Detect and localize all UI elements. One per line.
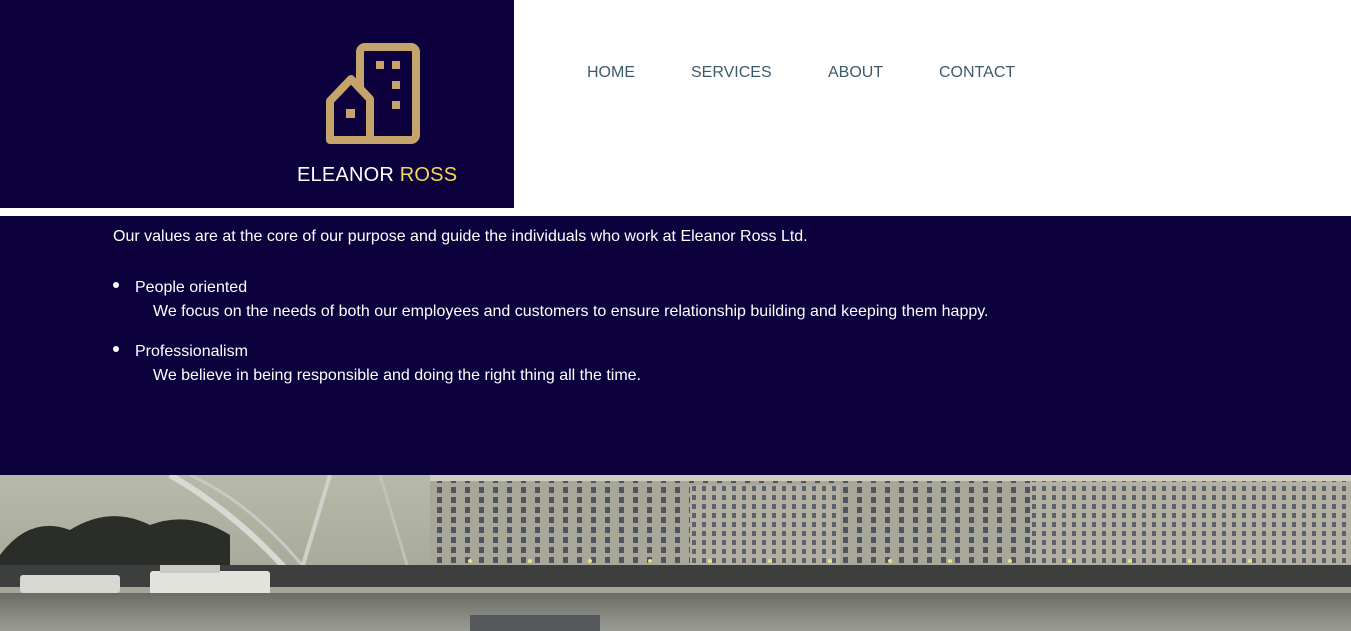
brand-first-name: ELEANOR	[297, 164, 394, 186]
nav-about-link[interactable]: ABOUT	[828, 64, 883, 82]
values-intro: Our values are at the core of our purpos…	[113, 228, 808, 245]
values-section: Our values are at the core of our purpos…	[0, 216, 1351, 475]
nav-services-link[interactable]: SERVICES	[691, 64, 772, 82]
list-item: Professionalism We believe in being resp…	[113, 340, 1213, 388]
list-item: People oriented We focus on the needs of…	[113, 276, 1213, 324]
nav-contact-link[interactable]: CONTACT	[939, 64, 1015, 82]
values-list: People oriented We focus on the needs of…	[113, 276, 1213, 404]
site-header: ELEANOR ROSS HOME SERVICES ABOUT CONTACT	[0, 0, 1351, 216]
bullet-icon	[113, 346, 119, 352]
building-icon	[326, 43, 420, 144]
nav-home-link[interactable]: HOME	[587, 64, 635, 82]
city-photo-banner	[0, 475, 1351, 631]
brand-name: ELEANOR ROSS	[297, 164, 457, 187]
value-title: People oriented	[135, 279, 248, 296]
value-description: We focus on the needs of both our employ…	[153, 303, 989, 320]
brand-last-name: ROSS	[399, 164, 458, 186]
value-title: Professionalism	[135, 343, 248, 360]
bullet-icon	[113, 282, 119, 288]
value-description: We believe in being responsible and doin…	[153, 367, 642, 384]
brand-block[interactable]: ELEANOR ROSS	[0, 0, 514, 208]
city-photo	[0, 475, 1351, 631]
